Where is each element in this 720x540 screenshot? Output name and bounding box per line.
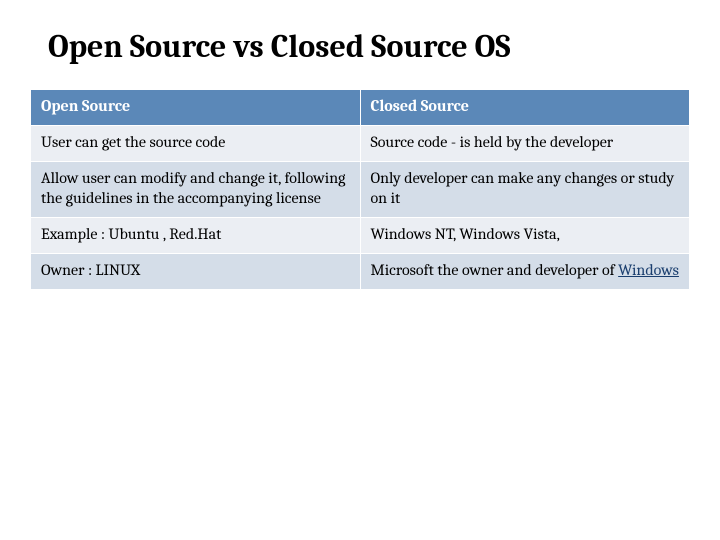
comparison-table: Open Source Closed Source User can get t… bbox=[30, 89, 690, 290]
table-row: Owner : LINUX Microsoft the owner and de… bbox=[31, 253, 690, 289]
slide-container: Open Source vs Closed Source OS Open Sou… bbox=[0, 0, 720, 540]
cell-open-modify: Allow user can modify and change it, fol… bbox=[31, 161, 361, 218]
cell-closed-modify: Only developer can make any changes or s… bbox=[360, 161, 690, 218]
cell-open-source-code: User can get the source code bbox=[31, 125, 361, 161]
table-row: Allow user can modify and change it, fol… bbox=[31, 161, 690, 218]
cell-closed-owner-text: Microsoft the owner and developer of bbox=[371, 261, 619, 279]
cell-closed-owner: Microsoft the owner and developer of Win… bbox=[360, 253, 690, 289]
header-open-source: Open Source bbox=[31, 90, 361, 126]
cell-closed-example: Windows NT, Windows Vista, bbox=[360, 218, 690, 254]
cell-closed-source-code: Source code - is held by the developer bbox=[360, 125, 690, 161]
table-header-row: Open Source Closed Source bbox=[31, 90, 690, 126]
page-title: Open Source vs Closed Source OS bbox=[48, 28, 690, 65]
table-row: Example : Ubuntu , Red.Hat Windows NT, W… bbox=[31, 218, 690, 254]
table-row: User can get the source code Source code… bbox=[31, 125, 690, 161]
cell-open-owner: Owner : LINUX bbox=[31, 253, 361, 289]
header-closed-source: Closed Source bbox=[360, 90, 690, 126]
cell-open-example: Example : Ubuntu , Red.Hat bbox=[31, 218, 361, 254]
windows-link[interactable]: Windows bbox=[618, 261, 679, 279]
